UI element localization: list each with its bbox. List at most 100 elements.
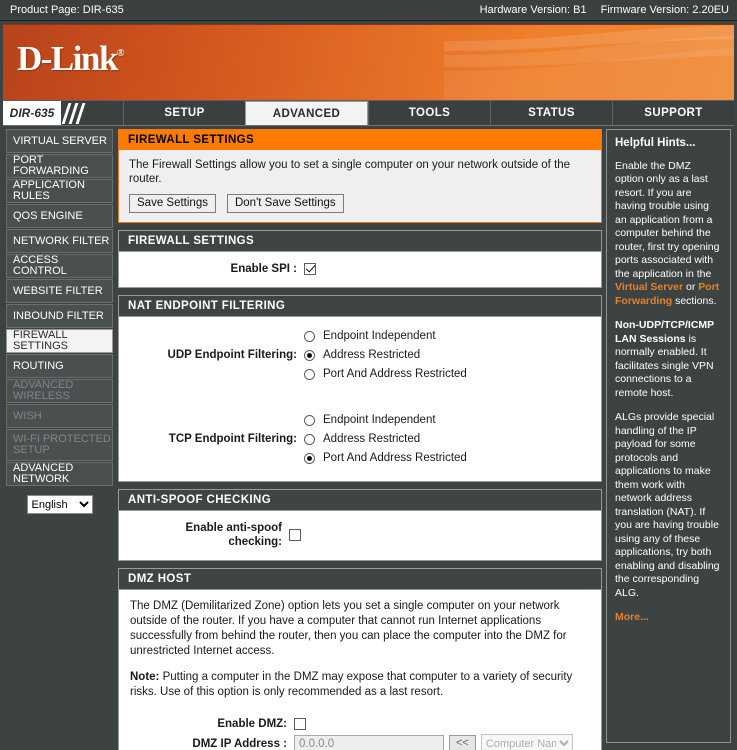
radio-dot-icon xyxy=(304,433,315,445)
tcp-radio-group: Endpoint Independent Address Restricted Po… xyxy=(304,413,467,465)
dmz-note-text: Putting a computer in the DMZ may expose… xyxy=(130,671,573,698)
enable-spi-checkbox[interactable] xyxy=(304,263,316,275)
anti-spoof-body: Enable anti-spoof checking: xyxy=(119,511,601,560)
tcp-option-endpoint-independent[interactable]: Endpoint Independent xyxy=(304,413,467,427)
firewall-settings-body: Enable SPI : xyxy=(119,252,601,287)
udp-endpoint-filtering-row: UDP Endpoint Filtering: Endpoint Indepen… xyxy=(129,320,591,391)
enable-dmz-row: Enable DMZ: xyxy=(119,713,601,734)
sidebar-item-network-filter[interactable]: NETWORK FILTER xyxy=(6,229,113,253)
sidebar-item-routing[interactable]: ROUTING xyxy=(6,354,113,378)
tcp-option-address-restricted[interactable]: Address Restricted xyxy=(304,432,467,446)
sidebar-menu: VIRTUAL SERVER PORT FORWARDING APPLICATION… xyxy=(3,126,116,743)
sidebar-item-inbound-filter[interactable]: INBOUND FILTER xyxy=(6,304,113,328)
udp-radio-group: Endpoint Independent Address Restricted Po… xyxy=(304,329,467,381)
intro-panel-body: The Firewall Settings allow you to set a… xyxy=(119,150,601,222)
registered-mark: ® xyxy=(116,48,125,59)
udp-endpoint-filtering-label: UDP Endpoint Filtering: xyxy=(167,349,297,361)
hints-more-link[interactable]: More... xyxy=(615,611,649,623)
hints-p1-text-c: sections. xyxy=(672,294,717,307)
tcp-option-port-and-address-restricted[interactable]: Port And Address Restricted xyxy=(304,451,467,465)
dmz-ip-input[interactable] xyxy=(294,734,444,750)
sidebar-item-virtual-server[interactable]: VIRTUAL SERVER xyxy=(6,129,113,153)
main-navigation: DIR-635 SETUP ADVANCED TOOLS STATUS SUPPORT xyxy=(3,100,734,125)
enable-spi-row: Enable SPI : xyxy=(129,252,591,287)
logo-text: D-Link xyxy=(17,39,118,78)
enable-dmz-label: Enable DMZ: xyxy=(217,718,287,730)
sidebar-item-access-control[interactable]: ACCESS CONTROL xyxy=(6,254,113,278)
intro-description: The Firewall Settings allow you to set a… xyxy=(129,159,571,185)
radio-dot-icon xyxy=(304,368,315,380)
sidebar-item-wish: WISH xyxy=(6,404,113,428)
anti-spoof-panel: ANTI-SPOOF CHECKING Enable anti-spoof ch… xyxy=(118,489,602,561)
anti-spoof-row: Enable anti-spoof checking: xyxy=(129,511,591,560)
hints-p2-term: Non-UDP/TCP/ICMP LAN Sessions xyxy=(615,319,714,345)
version-info: Hardware Version: B1 Firmware Version: 2… xyxy=(480,4,729,16)
sidebar-item-application-rules[interactable]: APPLICATION RULES xyxy=(6,179,113,203)
enable-dmz-checkbox[interactable] xyxy=(294,718,306,730)
sidebar-item-firewall-settings[interactable]: FIREWALL SETTINGS xyxy=(6,329,113,353)
radio-dot-icon xyxy=(304,330,315,342)
helpful-hints-panel: Helpful Hints... Enable the DMZ option o… xyxy=(606,129,731,743)
language-select[interactable]: English xyxy=(26,495,93,514)
anti-spoof-checkbox[interactable] xyxy=(289,529,301,541)
dmz-host-panel: DMZ HOST The DMZ (Demilitarized Zone) op… xyxy=(118,568,602,750)
model-tab-dir-635: DIR-635 xyxy=(3,101,61,125)
tcp-endpoint-filtering-label: TCP Endpoint Filtering: xyxy=(168,433,297,445)
nav-tab-advanced[interactable]: ADVANCED xyxy=(245,101,368,125)
save-settings-button[interactable]: Save Settings xyxy=(129,194,216,213)
hints-p1-text-a: Enable the DMZ option only as a last res… xyxy=(615,159,720,280)
brand-banner: D-Link® xyxy=(3,24,734,100)
radio-label: Endpoint Independent xyxy=(323,414,436,426)
anti-spoof-label: Enable anti-spoof checking: xyxy=(185,522,282,548)
dmz-ip-label: DMZ IP Address : xyxy=(192,737,287,750)
nav-tab-setup[interactable]: SETUP xyxy=(123,101,245,125)
nav-tab-status[interactable]: STATUS xyxy=(490,101,612,125)
radio-group-gap xyxy=(129,391,591,404)
firewall-settings-panel: FIREWALL SETTINGS Enable SPI : xyxy=(118,230,602,288)
intro-button-row: Save Settings Don't Save Settings xyxy=(129,194,591,213)
sidebar-item-qos-engine[interactable]: QOS ENGINE xyxy=(6,204,113,228)
slash-decoration xyxy=(61,101,97,125)
radio-dot-icon xyxy=(304,452,315,464)
copy-computer-ip-button[interactable]: << xyxy=(449,735,476,750)
udp-option-port-and-address-restricted[interactable]: Port And Address Restricted xyxy=(304,367,467,381)
dmz-note-label: Note: xyxy=(130,671,160,683)
tcp-endpoint-filtering-row: TCP Endpoint Filtering: Endpoint Indepen… xyxy=(129,404,591,475)
nav-tab-support[interactable]: SUPPORT xyxy=(612,101,734,125)
udp-option-address-restricted[interactable]: Address Restricted xyxy=(304,348,467,362)
sidebar-item-advanced-wireless: ADVANCED WIRELESS xyxy=(6,379,113,403)
hints-paragraph-3: ALGs provide special handling of the IP … xyxy=(615,411,720,599)
computer-name-select[interactable]: Computer Name xyxy=(480,734,573,750)
firmware-version-label: Firmware Version: 2.20EU xyxy=(600,4,729,16)
enable-spi-label: Enable SPI : xyxy=(230,263,297,275)
hints-link-virtual-server[interactable]: Virtual Server xyxy=(615,281,683,293)
intro-panel-heading: FIREWALL SETTINGS xyxy=(119,130,601,150)
nav-tab-tools[interactable]: TOOLS xyxy=(368,101,490,125)
helpful-hints-column: Helpful Hints... Enable the DMZ option o… xyxy=(604,126,734,743)
firewall-intro-panel: FIREWALL SETTINGS The Firewall Settings … xyxy=(118,129,602,223)
anti-spoof-heading: ANTI-SPOOF CHECKING xyxy=(119,490,601,511)
dmz-body: The DMZ (Demilitarized Zone) option lets… xyxy=(119,590,601,750)
main-content: FIREWALL SETTINGS The Firewall Settings … xyxy=(116,126,604,750)
radio-label: Port And Address Restricted xyxy=(323,368,467,380)
page-body: VIRTUAL SERVER PORT FORWARDING APPLICATION… xyxy=(3,125,734,750)
product-info-bar: Product Page: DIR-635 Hardware Version: … xyxy=(0,0,737,21)
hints-p1-text-b: or xyxy=(683,281,699,293)
radio-label: Endpoint Independent xyxy=(323,330,436,342)
dont-save-settings-button[interactable]: Don't Save Settings xyxy=(226,194,344,213)
sidebar-item-website-filter[interactable]: WEBSITE FILTER xyxy=(6,279,113,303)
dmz-heading: DMZ HOST xyxy=(119,569,601,590)
nat-body: UDP Endpoint Filtering: Endpoint Indepen… xyxy=(119,317,601,481)
sidebar-item-port-forwarding[interactable]: PORT FORWARDING xyxy=(6,154,113,178)
banner-swoosh-decoration xyxy=(444,25,734,100)
product-page-label: Product Page: DIR-635 xyxy=(10,4,124,16)
dmz-note: Note: Putting a computer in the DMZ may … xyxy=(130,670,590,700)
sidebar-item-advanced-network[interactable]: ADVANCED NETWORK xyxy=(6,462,113,486)
udp-option-endpoint-independent[interactable]: Endpoint Independent xyxy=(304,329,467,343)
dmz-paragraph-1: The DMZ (Demilitarized Zone) option lets… xyxy=(130,600,567,657)
radio-label: Address Restricted xyxy=(323,349,421,361)
hints-title: Helpful Hints... xyxy=(615,137,696,149)
radio-label: Port And Address Restricted xyxy=(323,452,467,464)
hints-paragraph-2: Non-UDP/TCP/ICMP LAN Sessions is normall… xyxy=(615,319,722,400)
radio-dot-icon xyxy=(304,349,315,361)
